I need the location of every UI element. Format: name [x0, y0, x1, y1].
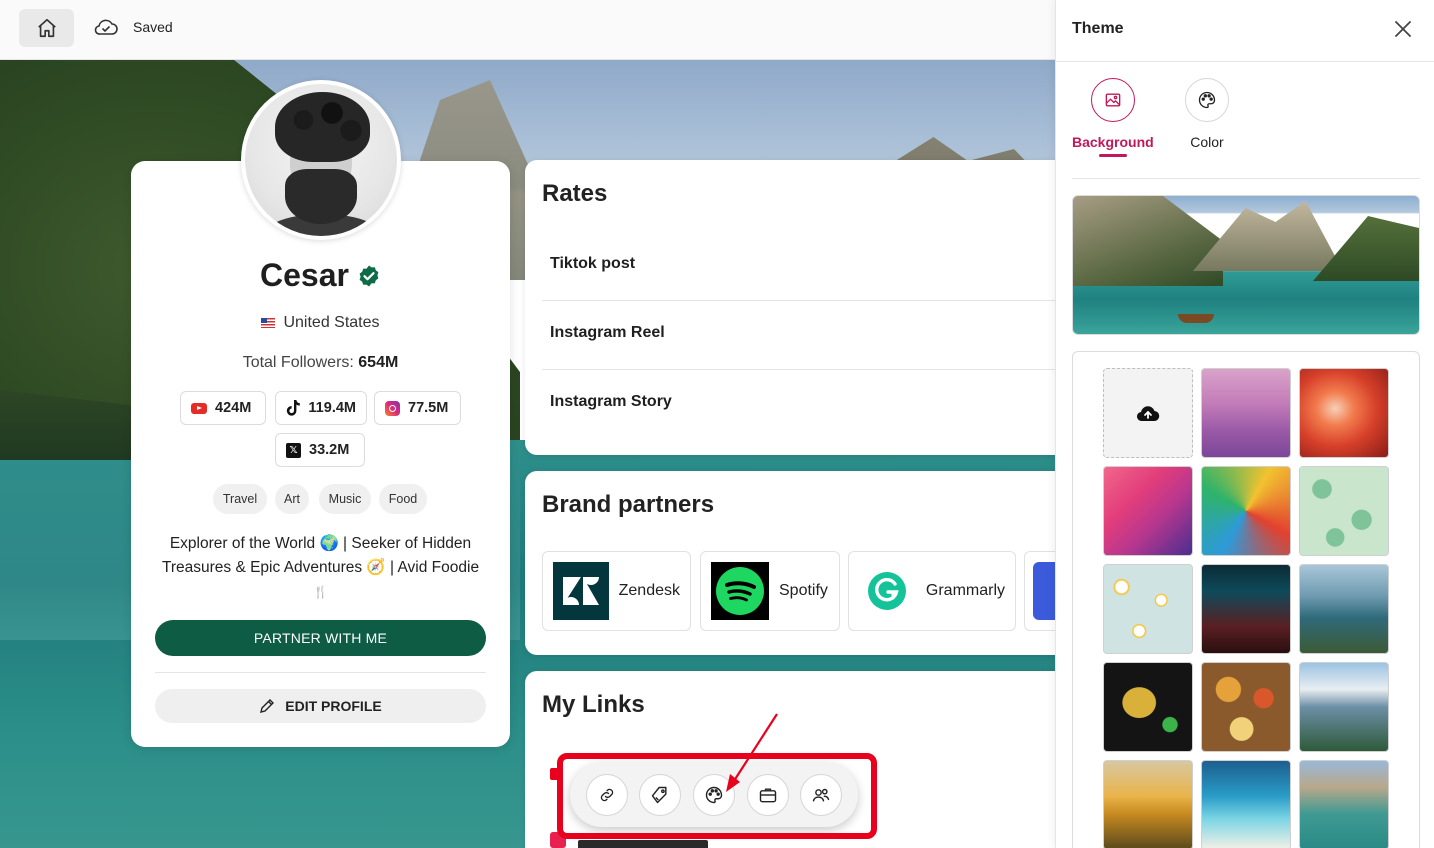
- link-icon: [600, 788, 613, 802]
- followers-label: Total Followers:: [242, 354, 359, 371]
- youtube-count: 424M: [215, 400, 252, 416]
- profile-name: Cesar: [260, 257, 349, 293]
- instagram-stat[interactable]: 77.5M: [374, 391, 461, 425]
- theme-title: Theme: [1072, 20, 1124, 37]
- youtube-stat[interactable]: 424M: [180, 391, 266, 425]
- add-audience-button[interactable]: [800, 774, 843, 816]
- home-button[interactable]: [19, 9, 74, 47]
- profile-name-row: Cesar: [131, 257, 510, 294]
- rate-row[interactable]: Instagram Story: [542, 370, 1072, 439]
- users-icon: [812, 788, 830, 802]
- spotify-logo-icon: [711, 562, 769, 620]
- tag-music[interactable]: Music: [319, 484, 371, 514]
- profile-bio: Explorer of the World 🌍 | Seeker of Hidd…: [161, 535, 480, 599]
- rates-card: Rates Tiktok post Instagram Reel Instagr…: [525, 160, 1085, 455]
- followers-value: 654M: [358, 354, 399, 371]
- brand-partners-card: Brand partners Zendesk Spotify Grammarly: [525, 471, 1085, 655]
- x-count: 33.2M: [309, 442, 350, 458]
- add-brand-button[interactable]: [746, 774, 789, 816]
- tab-active-indicator: [1098, 154, 1127, 157]
- avatar[interactable]: [241, 80, 401, 240]
- floating-toolbar: [570, 763, 858, 827]
- home-icon: [37, 18, 56, 38]
- background-thumbnail[interactable]: [1201, 662, 1291, 752]
- tiktok-stat[interactable]: 119.4M: [275, 391, 367, 425]
- upload-background-button[interactable]: [1103, 368, 1193, 458]
- brand-grammarly[interactable]: Grammarly: [848, 551, 1016, 631]
- background-thumbnail[interactable]: [1299, 760, 1389, 848]
- youtube-icon: [191, 402, 207, 414]
- tiktok-icon: [286, 400, 301, 416]
- background-thumbnail[interactable]: [1103, 760, 1193, 848]
- cloud-check-icon: [94, 19, 118, 35]
- verified-badge-icon: [359, 265, 379, 286]
- tag-art[interactable]: Art: [275, 484, 309, 514]
- grammarly-logo-icon: [859, 562, 916, 620]
- background-thumbnail[interactable]: [1201, 466, 1291, 556]
- background-thumbnail[interactable]: [1201, 368, 1291, 458]
- us-flag-icon: [261, 318, 276, 328]
- tag-food[interactable]: Food: [379, 484, 427, 514]
- tag-travel[interactable]: Travel: [213, 484, 267, 514]
- partial-link-item[interactable]: [548, 830, 728, 848]
- rate-row[interactable]: Instagram Reel: [542, 301, 1072, 370]
- divider: [155, 672, 486, 673]
- close-icon[interactable]: [1392, 18, 1414, 40]
- image-icon: [1105, 93, 1121, 107]
- instagram-count: 77.5M: [408, 400, 449, 416]
- background-thumbnail[interactable]: [1299, 368, 1389, 458]
- background-thumbnail[interactable]: [1299, 662, 1389, 752]
- palette-icon: [1198, 91, 1216, 109]
- edit-profile-label: EDIT PROFILE: [285, 698, 382, 714]
- tag-icon: [652, 786, 667, 804]
- pencil-icon: [260, 699, 275, 713]
- rate-row[interactable]: Tiktok post: [542, 232, 1072, 301]
- background-thumbnail[interactable]: [1299, 564, 1389, 654]
- links-title: My Links: [542, 691, 645, 718]
- top-bar: Saved: [0, 0, 1055, 60]
- add-link-button[interactable]: [585, 774, 628, 816]
- briefcase-icon: [759, 788, 776, 803]
- current-background-preview: [1072, 195, 1420, 335]
- x-stat[interactable]: 𝕏 33.2M: [275, 433, 365, 467]
- background-thumbnail[interactable]: [1103, 564, 1193, 654]
- background-thumbnail[interactable]: [1201, 760, 1291, 848]
- palette-icon: [705, 786, 723, 804]
- tab-color[interactable]: Color: [1185, 78, 1229, 150]
- brand-zendesk[interactable]: Zendesk: [542, 551, 691, 631]
- background-thumbnail[interactable]: [1103, 662, 1193, 752]
- save-status: Saved: [93, 18, 173, 36]
- edit-profile-button[interactable]: EDIT PROFILE: [155, 689, 486, 723]
- background-thumbnail[interactable]: [1201, 564, 1291, 654]
- total-followers: Total Followers: 654M: [131, 354, 510, 372]
- brands-title: Brand partners: [542, 491, 715, 518]
- background-thumbnail[interactable]: [1299, 466, 1389, 556]
- location-text: United States: [283, 314, 380, 331]
- background-thumbnail[interactable]: [1103, 466, 1193, 556]
- profile-location: United States: [131, 314, 510, 332]
- tiktok-count: 119.4M: [308, 400, 356, 416]
- background-gallery: [1072, 351, 1420, 848]
- add-rate-button[interactable]: [639, 774, 682, 816]
- instagram-icon: [385, 400, 400, 416]
- theme-header: Theme: [1056, 0, 1434, 62]
- rates-title: Rates: [542, 180, 608, 207]
- brand-spotify[interactable]: Spotify: [700, 551, 840, 631]
- saved-label: Saved: [133, 19, 173, 35]
- link-marker: [550, 768, 562, 780]
- theme-button[interactable]: [692, 774, 735, 816]
- zendesk-logo-icon: [553, 562, 609, 620]
- partner-with-me-button[interactable]: PARTNER WITH ME: [155, 620, 486, 656]
- theme-panel: Theme Background Color: [1055, 0, 1434, 848]
- profile-card: Cesar United States Total Followers: 654…: [131, 161, 510, 747]
- tab-background[interactable]: Background: [1072, 78, 1154, 157]
- x-icon: 𝕏: [286, 442, 301, 458]
- upload-cloud-icon: [1136, 406, 1160, 422]
